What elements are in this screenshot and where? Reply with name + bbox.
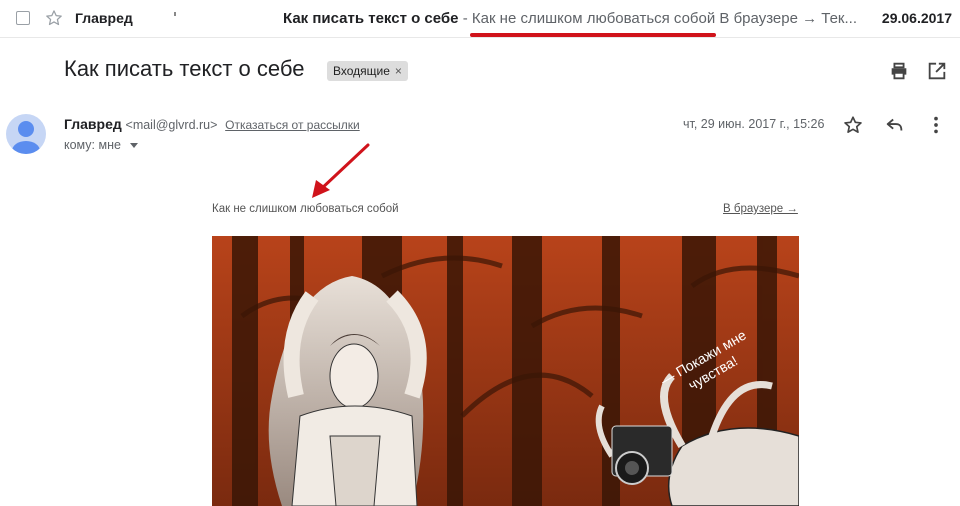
view-in-browser-link[interactable]: В браузере →	[723, 203, 798, 215]
avatar	[6, 114, 46, 154]
message-date: чт, 29 июн. 2017 г., 15:26	[683, 117, 825, 131]
inbox-snippet: Как не слишком любоваться собой В браузе…	[471, 10, 857, 27]
inbox-subject-line: Как писать текст о себе - Как не слишком…	[283, 10, 858, 27]
open-in-new-icon[interactable]	[926, 60, 948, 82]
person-icon	[12, 121, 40, 154]
chevron-down-icon[interactable]	[129, 143, 138, 148]
annotation-arrow	[312, 143, 370, 198]
annotation-underline	[470, 33, 716, 37]
star-icon[interactable]	[842, 114, 864, 136]
inbox-date: 29.06.2017	[881, 10, 952, 26]
recipient-text: кому: мне	[64, 138, 121, 152]
sender-name[interactable]: Главред	[64, 116, 122, 132]
reply-icon[interactable]	[884, 114, 906, 136]
unsubscribe-link[interactable]: Отказаться от рассылки	[225, 118, 360, 132]
sender-email: <mail@glvrd.ru>	[125, 118, 218, 132]
email-preheader: Как не слишком любоваться собой	[212, 203, 399, 215]
print-icon[interactable]	[888, 60, 910, 82]
inbox-sender: Главред	[75, 10, 133, 26]
inbox-separator: -	[458, 10, 472, 27]
recipient-details-toggle[interactable]: кому: мне	[64, 138, 138, 152]
label-remove-icon[interactable]: ×	[395, 61, 402, 81]
label-chip-inbox[interactable]: Входящие ×	[327, 61, 408, 81]
thread-title: Как писать текст о себе	[64, 56, 305, 81]
inbox-subject: Как писать текст о себе	[283, 10, 459, 27]
more-vert-icon[interactable]	[925, 114, 947, 136]
from-line: Главред <mail@glvrd.ru> Отказаться от ра…	[64, 116, 360, 132]
hero-image: — Покажи мне чувства!	[212, 236, 799, 506]
label-chip-text: Входящие	[333, 64, 390, 78]
separator-mark	[174, 12, 176, 16]
star-icon[interactable]	[44, 8, 64, 28]
select-checkbox[interactable]	[16, 11, 30, 25]
inbox-row[interactable]: Главред Как писать текст о себе - Как не…	[0, 0, 960, 38]
